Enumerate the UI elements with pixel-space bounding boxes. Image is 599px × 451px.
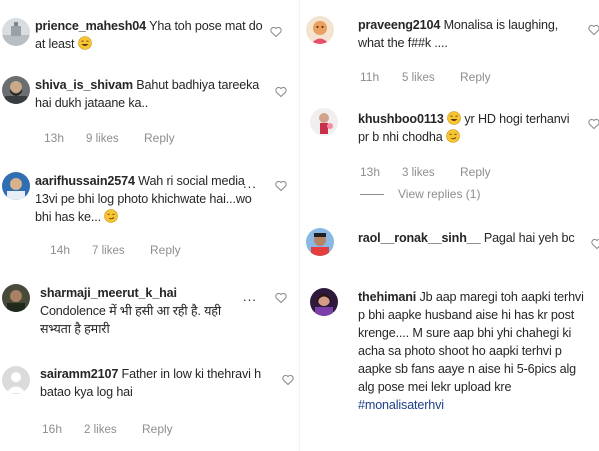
comment-body: shiva_is_shivam Bahut badhiya tareeka ha… <box>35 76 270 112</box>
comment-meta: 11h 5 likes Reply <box>360 70 491 84</box>
comment-time: 16h <box>42 422 63 436</box>
left-comment-column: prience_mahesh04 Yha toh pose mat do at … <box>0 0 299 451</box>
smirk-emoji-icon <box>446 129 460 143</box>
comment-body: prience_mahesh04 Yha toh pose mat do at … <box>35 17 263 53</box>
reply-button[interactable]: Reply <box>460 70 491 84</box>
reply-button[interactable]: Reply <box>144 131 175 145</box>
heart-outline-icon[interactable] <box>275 86 287 98</box>
more-options-icon[interactable]: ... <box>243 289 257 304</box>
comment-body: sairamm2107 Father in low ki thehravi h … <box>40 365 262 401</box>
comment-meta: 13h 3 likes Reply <box>360 165 491 179</box>
avatar[interactable] <box>306 228 334 256</box>
heart-outline-icon[interactable] <box>282 374 294 386</box>
heart-outline-icon[interactable] <box>588 24 599 36</box>
comment-time: 13h <box>360 165 381 179</box>
avatar[interactable] <box>2 76 30 104</box>
comment-likes[interactable]: 2 likes <box>84 424 142 436</box>
comment-meta: 13h 9 likes Reply <box>44 131 175 145</box>
comment-time: 13h <box>44 131 65 145</box>
heart-outline-icon[interactable] <box>275 180 287 192</box>
comment-body: raol__ronak__sinh__ Pagal hai yeh bc <box>358 229 590 247</box>
comment-username[interactable]: aarifhussain2574 <box>35 174 135 188</box>
right-comment-column: praveeng2104 Monalisa is laughing, what … <box>300 0 599 451</box>
more-options-icon[interactable]: ... <box>243 176 257 191</box>
avatar[interactable] <box>310 108 338 136</box>
comment-meta: 14h 7 likes Reply <box>50 243 181 257</box>
comment-body: praveeng2104 Monalisa is laughing, what … <box>358 16 582 52</box>
avatar[interactable] <box>2 172 30 200</box>
comment-body: sharmaji_meerut_k_hai Condolence में भी … <box>40 284 250 338</box>
avatar[interactable] <box>2 18 30 46</box>
avatar[interactable] <box>2 366 30 394</box>
comment-meta: 16h 2 likes Reply <box>42 422 173 436</box>
comment-likes[interactable]: 9 likes <box>86 133 144 145</box>
comment-username[interactable]: thehimani <box>358 290 416 304</box>
reply-button[interactable]: Reply <box>150 243 181 257</box>
comment-likes[interactable]: 3 likes <box>402 167 460 179</box>
comment-body: khushboo0113 yr HD hogi terhanvi pr b nh… <box>358 110 576 146</box>
comment-time: 11h <box>360 70 380 84</box>
comment-likes[interactable]: 7 likes <box>92 245 150 257</box>
comment-body: aarifhussain2574 Wah ri social media 13v… <box>35 172 253 226</box>
laughing-emoji-icon <box>447 111 461 125</box>
comment-username[interactable]: raol__ronak__sinh__ <box>358 231 481 245</box>
heart-outline-icon[interactable] <box>591 238 599 250</box>
laughing-emoji-icon <box>77 36 92 50</box>
comment-username[interactable]: shiva_is_shivam <box>35 78 133 92</box>
avatar[interactable] <box>2 284 30 312</box>
reply-button[interactable]: Reply <box>460 165 491 179</box>
comment-body: thehimani Jb aap maregi toh aapki terhvi… <box>358 288 590 414</box>
comment-text: Condolence में भी हसी आ रही है. यही सभ्य… <box>40 304 222 336</box>
reply-button[interactable]: Reply <box>142 422 173 436</box>
comment-time: 14h <box>50 243 71 257</box>
comment-text: Jb aap maregi toh aapki terhvi p bhi aap… <box>358 290 584 394</box>
heart-outline-icon[interactable] <box>270 26 282 38</box>
view-replies-label: View replies (1) <box>398 187 481 201</box>
hashtag-link[interactable]: #monalisaterhvi <box>358 398 444 412</box>
comment-username[interactable]: prience_mahesh04 <box>35 19 146 33</box>
comment-text: Pagal hai yeh bc <box>483 231 575 245</box>
heart-outline-icon[interactable] <box>275 292 287 304</box>
comment-likes[interactable]: 5 likes <box>402 72 460 84</box>
avatar[interactable] <box>310 288 338 316</box>
comment-username[interactable]: khushboo0113 <box>358 112 444 126</box>
view-replies-link[interactable]: View replies (1) <box>360 187 480 201</box>
comment-username[interactable]: sairamm2107 <box>40 367 118 381</box>
avatar[interactable] <box>306 16 334 44</box>
comment-username[interactable]: sharmaji_meerut_k_hai <box>40 286 177 300</box>
view-replies-line <box>360 194 384 196</box>
smirk-emoji-icon <box>104 209 119 223</box>
heart-outline-icon[interactable] <box>588 118 599 130</box>
comment-username[interactable]: praveeng2104 <box>358 18 440 32</box>
